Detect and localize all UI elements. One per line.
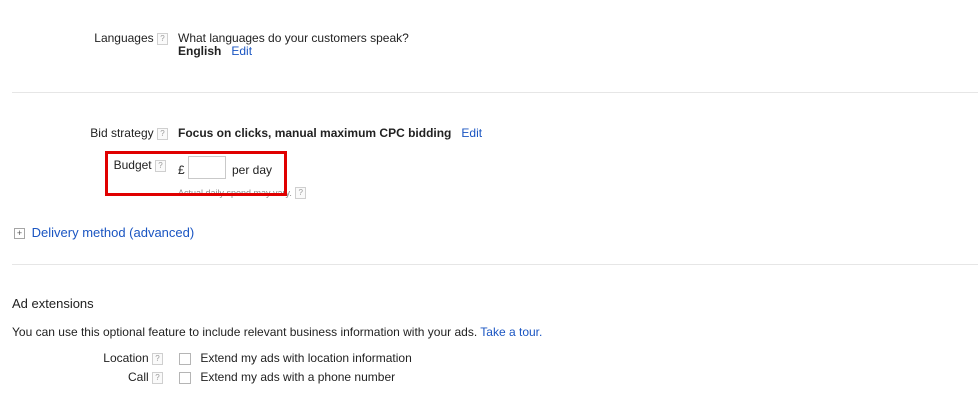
languages-help-icon[interactable]: ?	[157, 32, 168, 45]
location-row-label: Location ?	[60, 351, 163, 365]
budget-note-help-icon[interactable]: ?	[295, 186, 307, 199]
languages-question: What languages do your customers speak?	[178, 31, 409, 45]
location-checkbox[interactable]	[179, 352, 191, 365]
call-label: Call	[127, 370, 149, 384]
divider-2	[12, 264, 978, 265]
delivery-method-row[interactable]: + Delivery method (advanced)	[14, 225, 194, 240]
languages-label: Languages	[94, 31, 154, 45]
languages-row-label: Languages ?	[60, 31, 168, 45]
call-checkbox[interactable]	[179, 371, 191, 384]
bid-strategy-value-row: Focus on clicks, manual maximum CPC bidd…	[178, 126, 482, 140]
divider-1	[12, 92, 978, 93]
bid-strategy-edit-link[interactable]: Edit	[461, 126, 482, 140]
bid-strategy-label: Bid strategy	[90, 126, 154, 140]
bid-strategy-row-label: Bid strategy ?	[60, 126, 168, 140]
ad-extensions-description: You can use this optional feature to inc…	[12, 325, 478, 339]
expand-plus-icon[interactable]: +	[14, 228, 25, 240]
call-row-label: Call ?	[60, 370, 163, 384]
location-help-icon[interactable]: ?	[152, 352, 163, 365]
location-label: Location	[103, 351, 149, 365]
bid-strategy-value: Focus on clicks, manual maximum CPC bidd…	[178, 126, 452, 140]
ad-extensions-description-row: You can use this optional feature to inc…	[12, 325, 542, 339]
call-option[interactable]: Extend my ads with a phone number	[179, 370, 395, 384]
take-a-tour-link[interactable]: Take a tour.	[480, 325, 542, 339]
call-checkbox-label[interactable]: Extend my ads with a phone number	[200, 370, 395, 384]
languages-value-row: English Edit	[178, 44, 252, 58]
location-checkbox-label[interactable]: Extend my ads with location information	[200, 351, 411, 365]
budget-highlight-box	[105, 151, 287, 196]
location-option[interactable]: Extend my ads with location information	[179, 351, 412, 365]
call-help-icon[interactable]: ?	[152, 371, 163, 384]
languages-value: English	[178, 44, 222, 58]
languages-edit-link[interactable]: Edit	[231, 44, 252, 58]
bid-strategy-help-icon[interactable]: ?	[157, 127, 168, 140]
delivery-method-link[interactable]: Delivery method (advanced)	[32, 225, 195, 240]
ad-extensions-heading: Ad extensions	[12, 296, 94, 311]
